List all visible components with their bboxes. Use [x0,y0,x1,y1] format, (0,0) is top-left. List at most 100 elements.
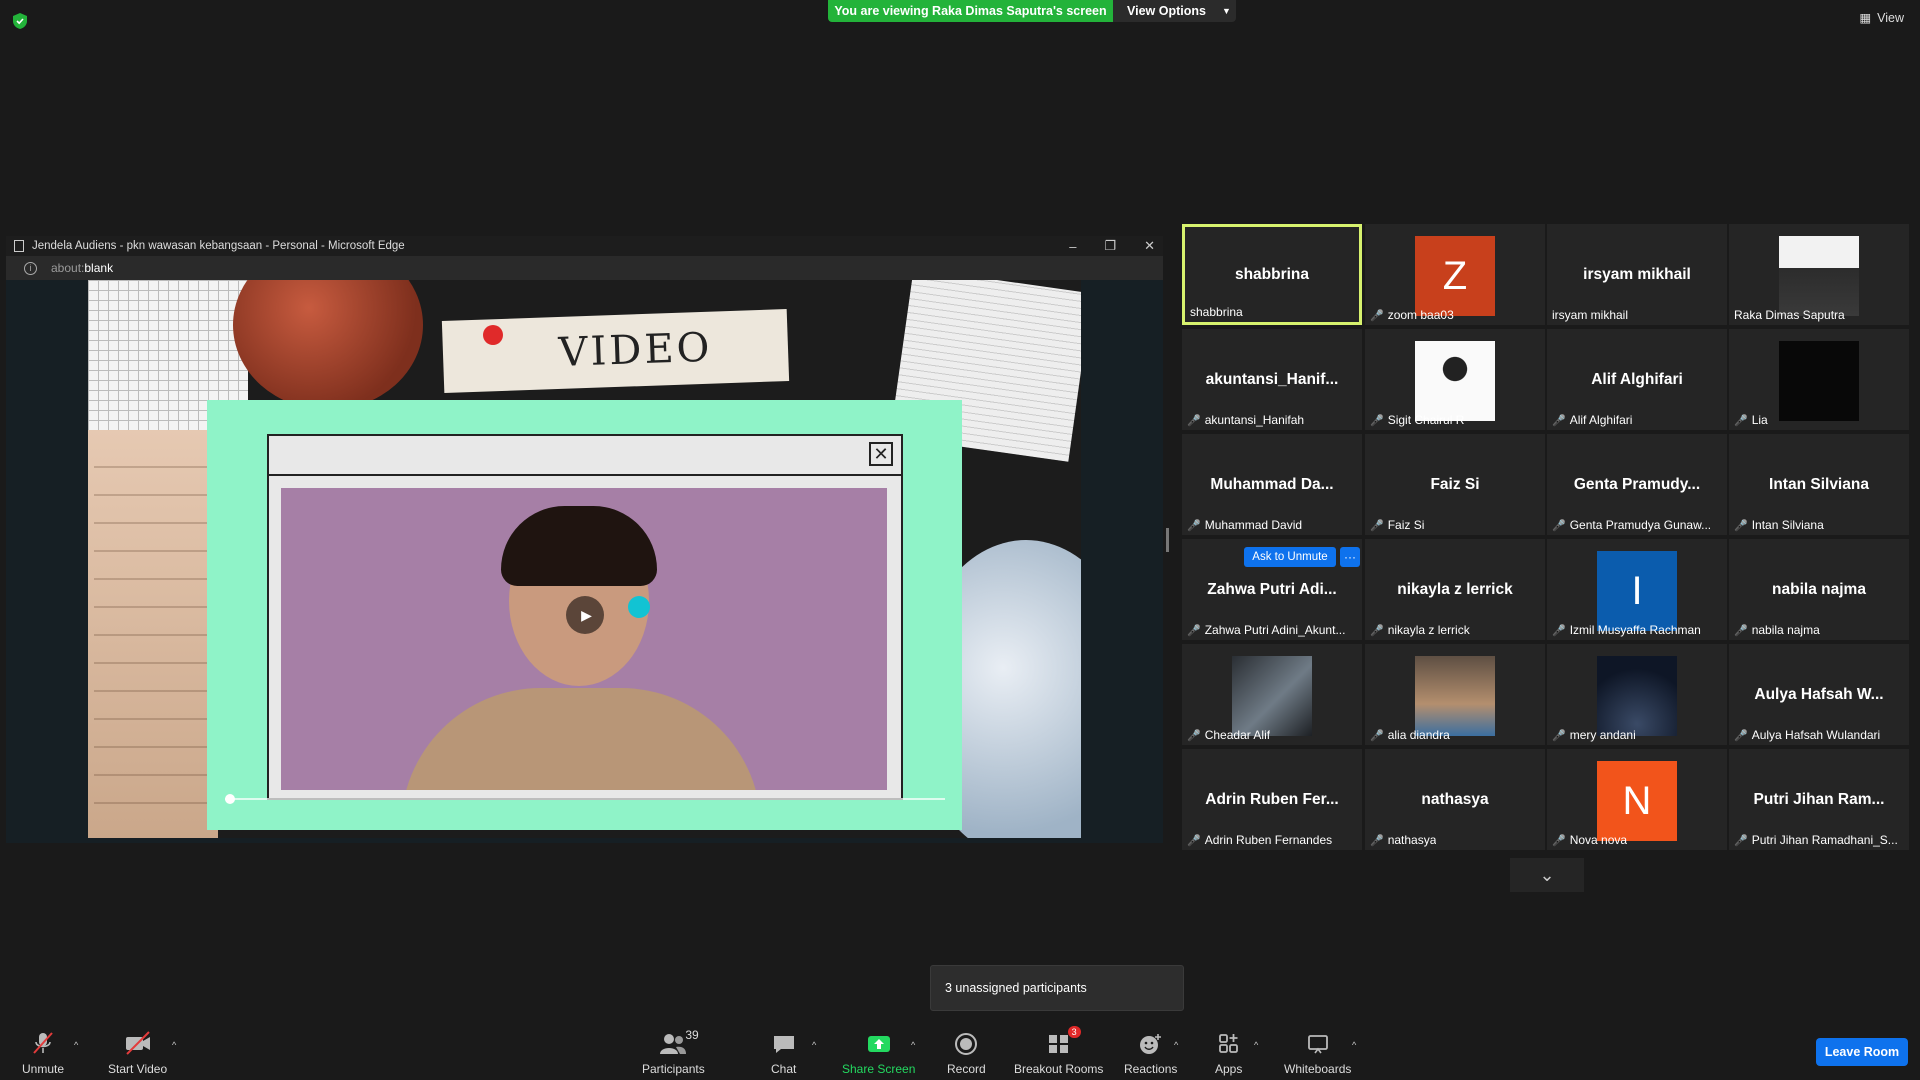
participant-tile[interactable]: nabila najma 🎤 nabila najma [1729,539,1909,640]
participant-tile[interactable]: nikayla z lerrick 🎤 nikayla z lerrick [1365,539,1545,640]
participant-tile[interactable]: 🎤 mery andani [1547,644,1727,745]
participant-label: 🎤 Putri Jihan Ramadhani_S... [1734,833,1898,847]
participant-tile[interactable]: 🎤 Sigit Chairul R [1365,329,1545,430]
participant-tile[interactable]: Faiz Si 🎤 Faiz Si [1365,434,1545,535]
slide-title-paper: VIDEO [441,309,790,393]
chat-button[interactable]: Chat [771,1030,796,1076]
participant-label: 🎤 Intan Silviana [1734,518,1824,532]
reactions-button[interactable]: Reactions [1124,1030,1177,1076]
microphone-muted-icon: 🎤 [1552,834,1566,847]
video-frame[interactable]: ▶ [281,488,887,790]
start-video-button[interactable]: Start Video [108,1030,167,1076]
video-options-caret-icon[interactable]: ^ [172,1040,176,1050]
participant-tile[interactable]: 🎤 Cheadar Alif [1182,644,1362,745]
chat-options-caret-icon[interactable]: ^ [812,1040,816,1050]
share-screen-icon [866,1030,892,1056]
hot-air-balloon-image [233,280,423,410]
push-pin-icon [483,325,503,345]
minimize-icon[interactable]: – [1069,239,1076,254]
apps-caret-icon[interactable]: ^ [1254,1040,1258,1050]
participant-tile[interactable]: 🎤 Lia [1729,329,1909,430]
participant-label: 🎤 Nova nova [1552,833,1627,847]
participant-label: 🎤 Aulya Hafsah Wulandari [1734,728,1880,742]
participant-name: Muhammad David [1204,518,1303,532]
microphone-muted-icon: 🎤 [1187,834,1201,847]
document-icon [14,240,24,252]
browser-address-bar[interactable]: i about: blank [6,256,1163,280]
share-screen-button[interactable]: Share Screen [842,1030,915,1076]
view-button[interactable]: ▦ View [1859,10,1904,26]
avatar [1415,341,1495,421]
close-icon[interactable]: ✕ [1144,238,1155,254]
meeting-toolbar: Unmute ^ Start Video ^ 39 Participants C… [0,1020,1920,1080]
whiteboards-button[interactable]: Whiteboards [1284,1030,1351,1076]
participant-tile[interactable]: irsyam mikhail irsyam mikhail [1547,224,1727,325]
participant-tile[interactable]: akuntansi_Hanif... 🎤 akuntansi_Hanifah [1182,329,1362,430]
participant-tile[interactable]: Putri Jihan Ram... 🎤 Putri Jihan Ramadhani… [1729,749,1909,850]
participant-tile[interactable]: Genta Pramudy... 🎤 Genta Pramudya Gunaw... [1547,434,1727,535]
participants-count: 39 [685,1028,699,1042]
microphone-muted-icon: 🎤 [1370,624,1384,637]
participant-name: Zahwa Putri Adini_Akunt... [1204,623,1346,637]
participant-name: Raka Dimas Saputra [1734,308,1845,322]
participant-tile[interactable]: nathasya 🎤 nathasya [1365,749,1545,850]
participant-tile[interactable]: Z 🎤 zoom baa03 [1365,224,1545,325]
more-options-button[interactable]: ··· [1340,547,1360,567]
view-options-button[interactable]: View Options ▼ [1113,0,1236,22]
gallery-next-page-button[interactable]: ⌄ [1510,858,1584,892]
video-progress-bar[interactable] [225,794,945,804]
participant-tile[interactable]: Aulya Hafsah W... 🎤 Aulya Hafsah Wulandari [1729,644,1909,745]
video-camera-off-icon [123,1030,153,1056]
close-icon[interactable]: ✕ [869,442,893,466]
progress-knob[interactable] [225,794,235,804]
security-shield-icon[interactable] [12,12,28,30]
microphone-muted-icon [30,1030,56,1056]
participant-label: 🎤 Muhammad David [1187,518,1302,532]
smiley-plus-icon [1138,1030,1164,1056]
participant-tile[interactable]: Raka Dimas Saputra [1729,224,1909,325]
participant-name: nikayla z lerrick [1387,623,1470,637]
record-button[interactable]: Record [947,1030,986,1076]
participant-tile[interactable]: Alif Alghifari 🎤 Alif Alghifari [1547,329,1727,430]
participant-label: 🎤 zoom baa03 [1370,308,1454,322]
participants-button[interactable]: 39 Participants [642,1028,705,1076]
participant-tile[interactable]: I 🎤 Izmil Musyaffa Rachman [1547,539,1727,640]
participant-tile[interactable]: shabbrina shabbrina [1182,224,1362,325]
handwriting-paper-decoration [88,430,218,838]
whiteboards-label: Whiteboards [1284,1062,1352,1076]
participant-name: Alif Alghifari [1569,413,1633,427]
ask-to-unmute-button[interactable]: Ask to Unmute [1244,547,1336,567]
reactions-caret-icon[interactable]: ^ [1174,1040,1178,1050]
microphone-muted-icon: 🎤 [1734,834,1748,847]
leave-room-button[interactable]: Leave Room [1816,1038,1908,1066]
participants-icon: 39 [659,1028,699,1056]
avatar [1415,656,1495,736]
apps-button[interactable]: Apps [1215,1030,1242,1076]
participant-tile[interactable]: N 🎤 Nova nova [1547,749,1727,850]
participant-tile[interactable]: Muhammad Da... 🎤 Muhammad David [1182,434,1362,535]
participant-label: 🎤 Genta Pramudya Gunaw... [1552,518,1711,532]
unmute-button[interactable]: Unmute [22,1030,64,1076]
whiteboards-caret-icon[interactable]: ^ [1352,1040,1356,1050]
participant-tile[interactable]: 🎤 alia diandra [1365,644,1545,745]
participant-tile[interactable]: Adrin Ruben Fer... 🎤 Adrin Ruben Fernandes [1182,749,1362,850]
participant-tile[interactable]: Intan Silviana 🎤 Intan Silviana [1729,434,1909,535]
audio-options-caret-icon[interactable]: ^ [74,1040,78,1050]
split-view-handle[interactable] [1166,528,1169,552]
video-player-window: ✕ ▶ [267,434,903,800]
participant-name: Faiz Si [1387,518,1425,532]
share-options-caret-icon[interactable]: ^ [911,1040,915,1050]
start-video-label: Start Video [108,1062,168,1076]
player-title-bar: ✕ [269,436,901,476]
play-icon[interactable]: ▶ [566,596,604,634]
breakout-rooms-button[interactable]: 3 Breakout Rooms [1014,1026,1104,1076]
breakout-rooms-label: Breakout Rooms [1014,1062,1104,1076]
participant-label: Raka Dimas Saputra [1734,308,1845,322]
participant-label: 🎤 Zahwa Putri Adini_Akunt... [1187,623,1345,637]
info-icon[interactable]: i [24,261,37,275]
participant-gallery: shabbrina shabbrina Z 🎤 zoom baa03 irsyam mik… [1182,224,1909,854]
video-panel: ✕ ▶ [207,400,962,830]
restore-icon[interactable]: ❐ [1104,238,1116,254]
microphone-muted-icon: 🎤 [1552,624,1566,637]
slide-title: VIDEO [557,324,714,376]
